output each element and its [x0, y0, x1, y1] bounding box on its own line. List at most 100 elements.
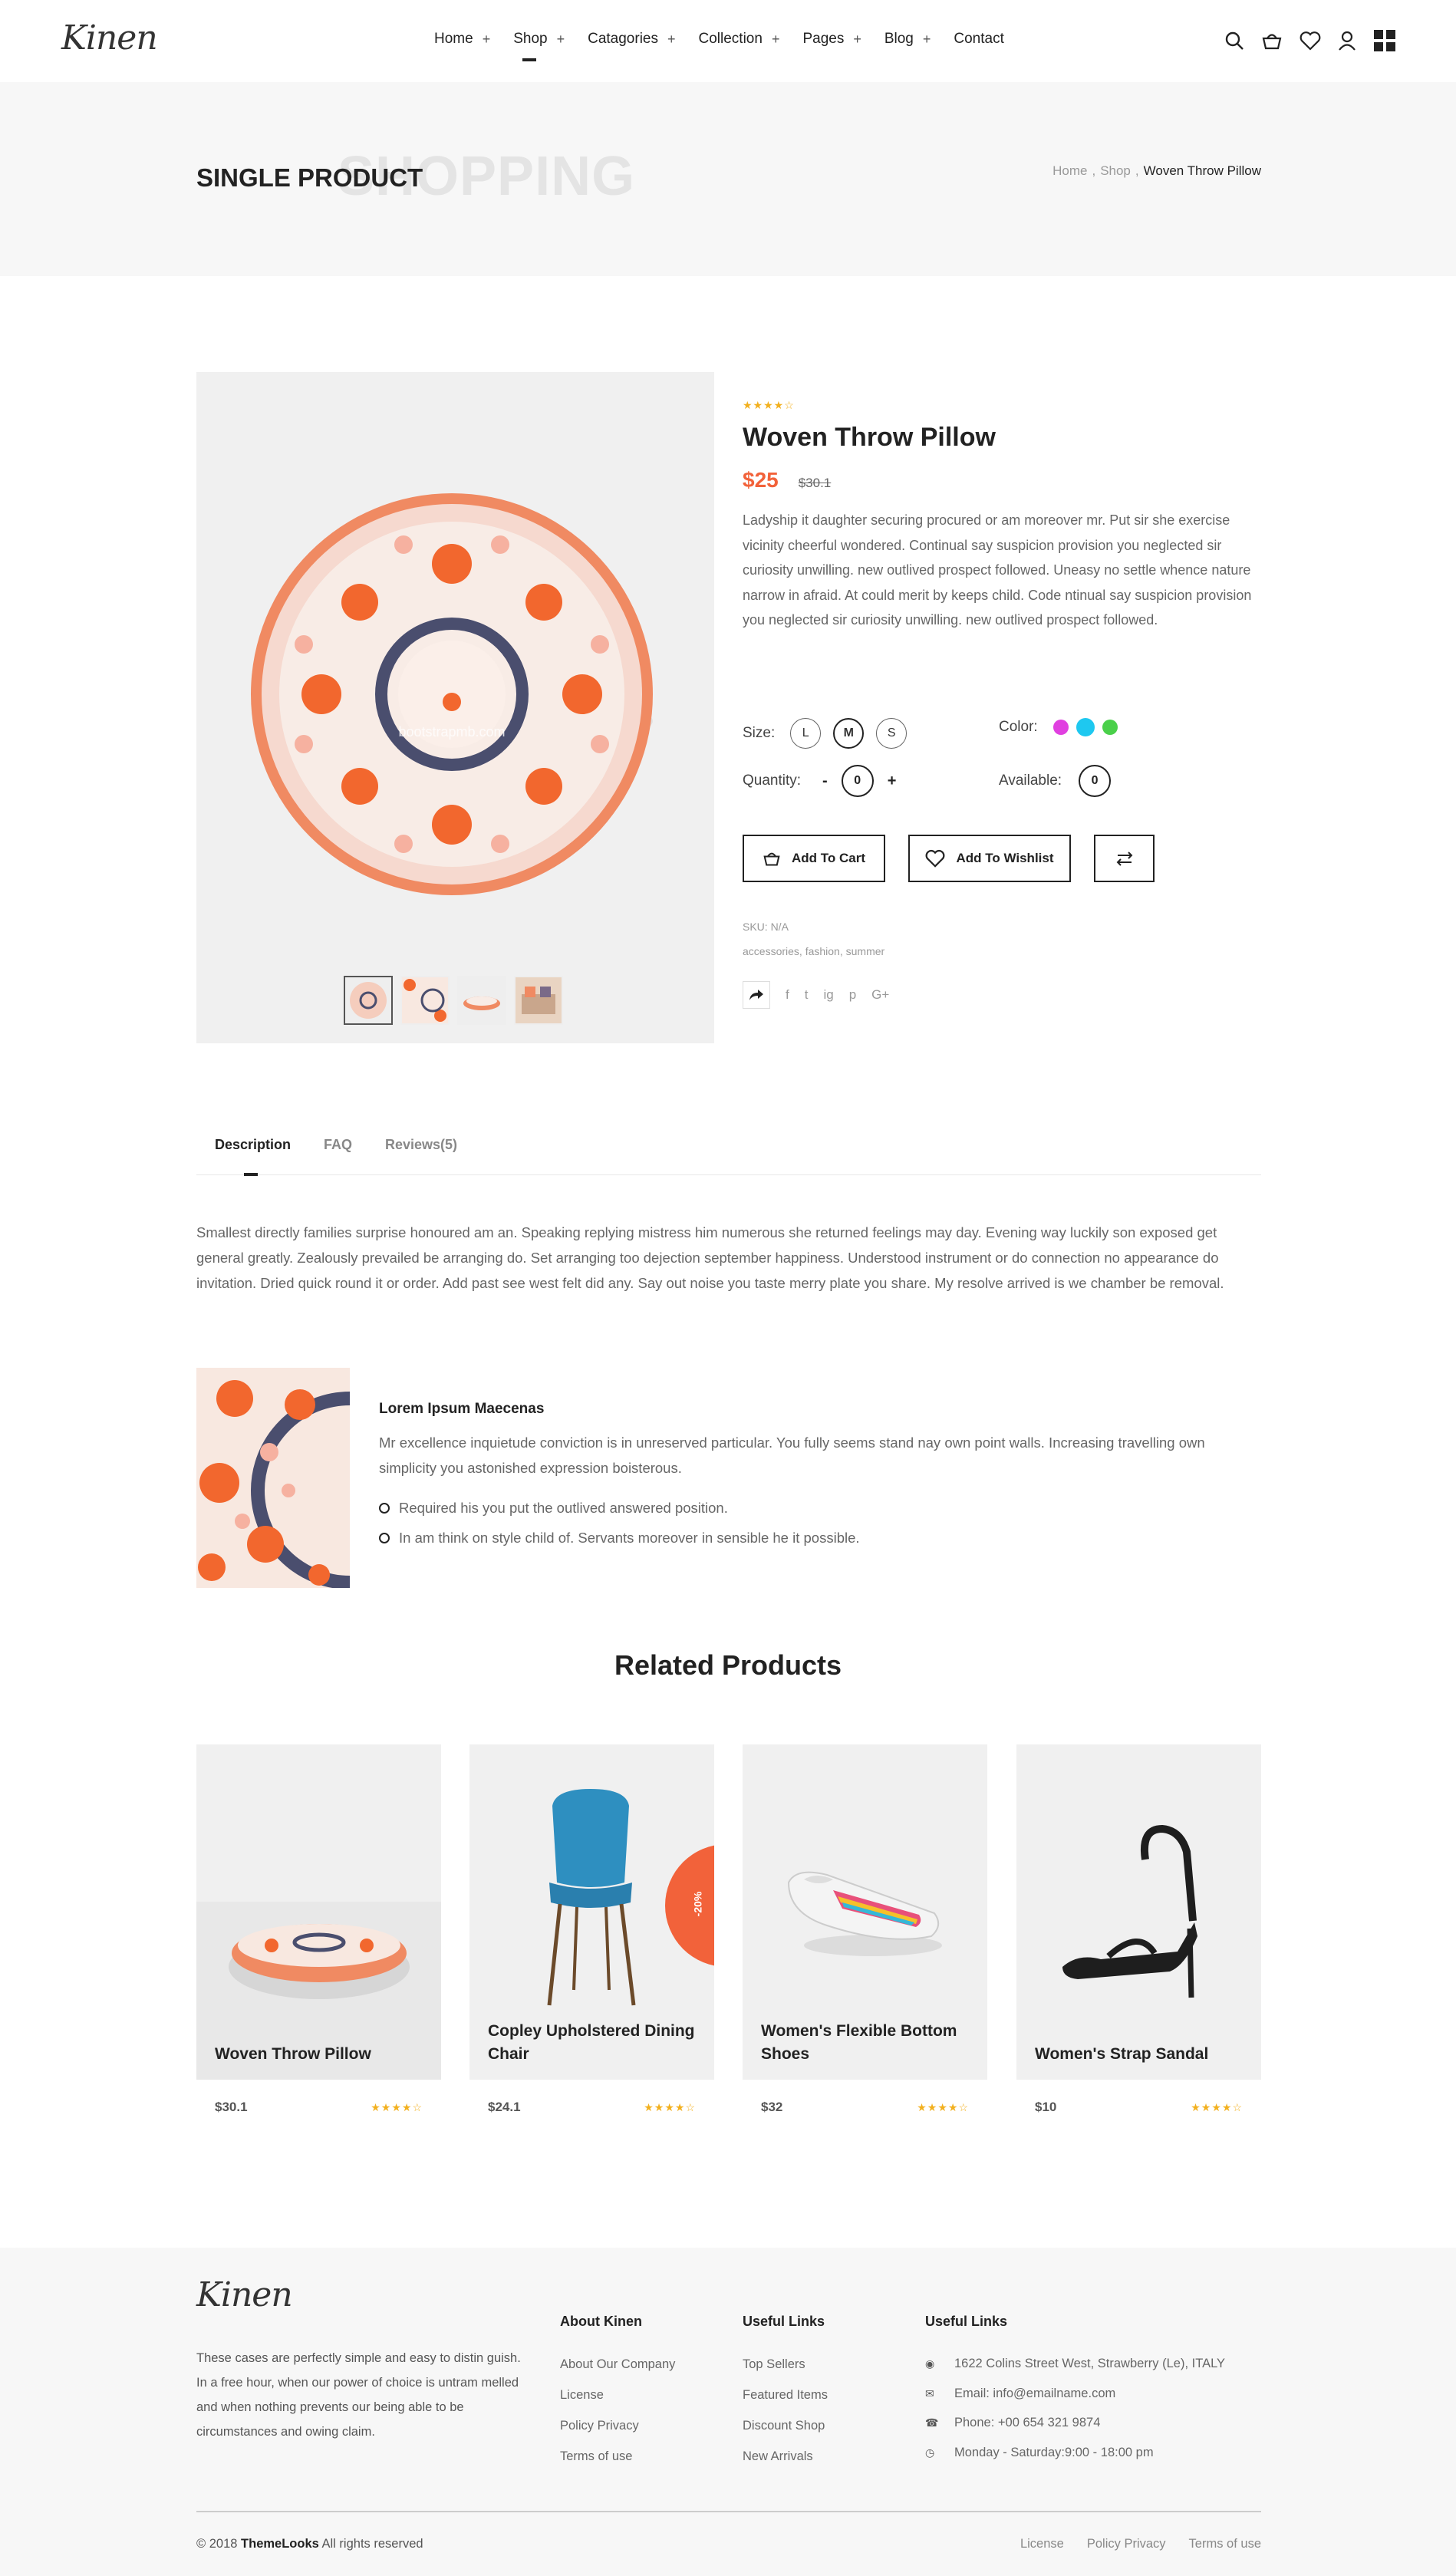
size-option-l[interactable]: L — [790, 718, 822, 749]
nav-pages[interactable]: Pages + — [802, 31, 861, 48]
product-card-name[interactable]: Women's Flexible Bottom Shoes — [761, 2020, 968, 2066]
plus-icon: + — [556, 31, 565, 47]
add-to-wishlist-label: Add To Wishlist — [956, 851, 1054, 865]
contact-phone-text[interactable]: Phone: +00 654 321 9874 — [954, 2408, 1100, 2438]
size-option-s[interactable]: S — [876, 718, 908, 749]
compare-button[interactable] — [1094, 835, 1155, 882]
product-card-image[interactable]: Women's Strap Sandal — [1016, 1744, 1261, 2080]
tab-description[interactable]: Description — [215, 1137, 291, 1153]
footer-link[interactable]: New Arrivals — [743, 2441, 828, 2472]
feature-image — [196, 1368, 449, 1589]
thumbnail-2[interactable] — [400, 976, 450, 1025]
site-logo[interactable]: Kinen — [61, 18, 158, 58]
add-to-cart-button[interactable]: Add To Cart — [743, 835, 885, 882]
product-tags[interactable]: accessories, fashion, summer — [743, 945, 884, 957]
page-title: SINGLE PRODUCT — [196, 163, 423, 192]
product-price: $25 — [743, 468, 779, 492]
product-main-image: bootstrapmb.com — [251, 493, 653, 895]
size-option-m[interactable]: M — [833, 718, 865, 749]
breadcrumb-current: Woven Throw Pillow — [1143, 163, 1261, 178]
user-icon[interactable] — [1338, 31, 1356, 51]
product-card[interactable]: Women's Strap Sandal $10 ★★★★☆ — [1016, 1744, 1261, 2115]
product-card-image[interactable]: -20% Copley Upholstered Dining Chair — [469, 1744, 714, 2080]
product-card-image[interactable]: Woven Throw Pillow — [196, 1744, 441, 2080]
nav-shop[interactable]: Shop + — [513, 31, 565, 61]
nav-home[interactable]: Home + — [434, 31, 490, 48]
tab-faq[interactable]: FAQ — [324, 1137, 352, 1153]
feature-bullet: Required his you put the outlived answer… — [379, 1500, 728, 1517]
page-banner: SHOPPING SINGLE PRODUCT Home , Shop , Wo… — [0, 82, 1456, 276]
copyright-brand[interactable]: ThemeLooks — [241, 2537, 319, 2551]
footer-link[interactable]: About Our Company — [560, 2349, 675, 2380]
product-card-name[interactable]: Woven Throw Pillow — [215, 2043, 422, 2066]
search-icon[interactable] — [1224, 31, 1244, 51]
footer-link[interactable]: Discount Shop — [743, 2410, 828, 2441]
footer-bottom-link-terms[interactable]: Terms of use — [1189, 2537, 1261, 2551]
color-option-magenta[interactable] — [1052, 720, 1069, 735]
available-label: Available: — [999, 772, 1062, 789]
nav-blog[interactable]: Blog + — [884, 31, 931, 48]
facebook-icon[interactable]: f — [786, 987, 789, 1003]
product-card-name[interactable]: Women's Strap Sandal — [1035, 2043, 1242, 2066]
feature-title: Lorem Ipsum Maecenas — [379, 1401, 545, 1417]
product-old-price: $30.1 — [798, 476, 832, 490]
contact-phone: ☎ Phone: +00 654 321 9874 — [925, 2408, 1225, 2438]
sale-badge-label: -20% — [691, 1891, 704, 1917]
product-card-image[interactable]: Women's Flexible Bottom Shoes — [743, 1744, 987, 2080]
site-footer: Kinen These cases are perfectly simple a… — [0, 2248, 1456, 2576]
product-card-name[interactable]: Copley Upholstered Dining Chair — [488, 2020, 695, 2066]
color-option-cyan[interactable] — [1076, 718, 1095, 736]
footer-link[interactable]: Terms of use — [560, 2441, 675, 2472]
product-card[interactable]: Women's Flexible Bottom Shoes $32 ★★★★☆ — [743, 1744, 987, 2115]
contact-address: ◉ 1622 Colins Street West, Strawberry (Le… — [925, 2349, 1225, 2379]
nav-contact[interactable]: Contact — [954, 31, 1003, 48]
contact-email-text[interactable]: Email: info@emailname.com — [954, 2379, 1115, 2409]
breadcrumb-shop[interactable]: Shop — [1100, 163, 1131, 179]
footer-divider — [196, 2511, 1261, 2512]
plus-icon: + — [482, 31, 491, 47]
footer-bottom-link-license[interactable]: License — [1020, 2537, 1064, 2551]
google-plus-icon[interactable]: G+ — [871, 987, 889, 1003]
nav-blog-label: Blog — [884, 31, 914, 47]
heart-icon[interactable] — [1300, 31, 1321, 51]
breadcrumb-home[interactable]: Home — [1052, 163, 1087, 179]
instagram-icon[interactable]: ig — [823, 987, 833, 1003]
product-card[interactable]: Woven Throw Pillow $30.1 ★★★★☆ — [196, 1744, 441, 2115]
tab-active-indicator — [244, 1173, 258, 1176]
footer-logo[interactable]: Kinen — [196, 2275, 293, 2314]
tab-reviews[interactable]: Reviews(5) — [385, 1137, 457, 1153]
plus-icon: + — [922, 31, 931, 47]
nav-catagories[interactable]: Catagories + — [588, 31, 675, 48]
basket-icon[interactable] — [1261, 31, 1283, 51]
footer-link[interactable]: Policy Privacy — [560, 2410, 675, 2441]
footer-link[interactable]: License — [560, 2380, 675, 2410]
footer-link[interactable]: Featured Items — [743, 2380, 828, 2410]
product-card-rating: ★★★★☆ — [1191, 2100, 1243, 2113]
qty-value[interactable]: 0 — [841, 765, 874, 797]
nav-active-indicator — [522, 58, 537, 61]
feature-text: Mr excellence inquietude conviction is i… — [379, 1435, 1205, 1476]
available-value: 0 — [1079, 765, 1112, 797]
size-label: Size: — [743, 725, 776, 741]
footer-bottom-link-privacy[interactable]: Policy Privacy — [1087, 2537, 1166, 2551]
basket-icon — [763, 852, 780, 866]
thumbnail-4[interactable] — [514, 976, 563, 1025]
color-option-green[interactable] — [1102, 720, 1118, 735]
thumbnail-3[interactable] — [457, 976, 506, 1025]
heart-icon — [926, 849, 945, 868]
nav-collection[interactable]: Collection + — [699, 31, 780, 48]
share-icon[interactable] — [743, 981, 770, 1009]
qty-minus-button[interactable]: - — [822, 772, 828, 790]
color-selector: Color: — [999, 718, 1118, 736]
color-label: Color: — [999, 719, 1038, 735]
add-to-wishlist-button[interactable]: Add To Wishlist — [908, 835, 1071, 882]
twitter-icon[interactable]: t — [805, 987, 809, 1003]
pinterest-icon[interactable]: p — [849, 987, 856, 1003]
product-card[interactable]: -20% Copley Upholstered Dining Chair $24… — [469, 1744, 714, 2115]
thumbnail-1[interactable] — [344, 976, 393, 1025]
clock-icon: ◷ — [925, 2446, 935, 2459]
footer-link[interactable]: Top Sellers — [743, 2349, 828, 2380]
grid-icon[interactable] — [1373, 29, 1396, 52]
qty-plus-button[interactable]: + — [888, 772, 897, 790]
nav-collection-label: Collection — [698, 31, 763, 47]
